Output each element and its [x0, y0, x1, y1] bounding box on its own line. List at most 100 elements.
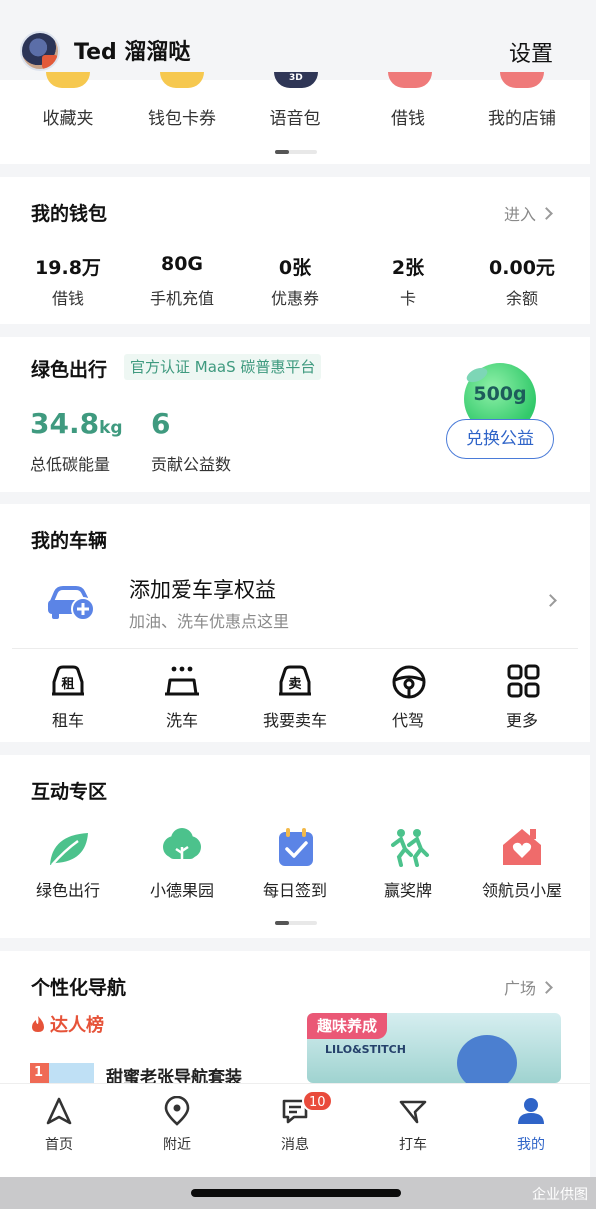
maas-badge: 官方认证 MaaS 碳普惠平台 [124, 354, 322, 380]
activity-daily-checkin[interactable]: 每日签到 [240, 877, 350, 901]
house-heart-icon[interactable] [500, 825, 544, 865]
tool-more[interactable]: 更多 [467, 707, 577, 731]
tool-designated-driver[interactable]: 代驾 [353, 707, 463, 731]
personal-nav-title: 个性化导航 [31, 977, 127, 999]
wallet-card-value[interactable]: 2张 [353, 253, 463, 280]
grid-more-icon[interactable] [503, 664, 543, 700]
tool-car-wash[interactable]: 洗车 [127, 707, 237, 731]
tab-messages[interactable]: 10 消息 [236, 1084, 354, 1178]
tab-taxi[interactable]: 打车 [354, 1084, 472, 1178]
borrow-icon [388, 72, 432, 88]
message-count-badge: 10 [302, 1090, 333, 1112]
add-car-subtitle: 加油、洗车优惠点这里 [129, 612, 290, 631]
promo-tag: 趣味养成 [307, 1013, 388, 1039]
wallet-loan-value[interactable]: 19.8万 [13, 253, 123, 280]
car-wash-icon[interactable] [162, 664, 202, 700]
interaction-zone-card: 互动专区 绿色出行 小德果园 每日签到 赢奖牌 领航员小屋 [0, 755, 590, 938]
stitch-character-image [457, 1035, 517, 1083]
wallet-topup-label: 手机充值 [149, 289, 214, 308]
wallet-card-label: 卡 [399, 289, 416, 308]
quick-menu: 3D 收藏夹 钱包卡券 语音包 借钱 我的店铺 [0, 72, 590, 164]
bottom-tab-bar: 首页 附近 10 消息 打车 我的 [0, 1083, 590, 1177]
wallet-title: 我的钱包 [31, 203, 108, 225]
tree-icon[interactable] [160, 827, 204, 867]
ranking-label: 达人榜 [50, 1015, 104, 1036]
user-profile-icon [518, 1098, 544, 1124]
tab-nearby-label: 附近 [163, 1137, 191, 1153]
green-travel-title: 绿色出行 [31, 359, 108, 381]
wallet-balance-label: 余额 [505, 289, 538, 308]
activity-green-travel[interactable]: 绿色出行 [13, 877, 123, 901]
charity-count-label: 贡献公益数 [151, 455, 232, 474]
quick-menu-voice-pack[interactable]: 语音包 [240, 104, 350, 129]
username[interactable]: Ted 溜溜哒 [74, 34, 190, 66]
carbon-unit: kg [99, 418, 123, 438]
tab-taxi-label: 打车 [399, 1137, 427, 1153]
voice-pack-icon: 3D [274, 72, 318, 88]
rank-item-thumbnail[interactable]: 1 [30, 1063, 94, 1083]
quick-menu-favorites[interactable]: 收藏夹 [13, 104, 123, 129]
sell-car-glyph: 卖 [288, 676, 301, 692]
vehicle-title: 我的车辆 [31, 530, 108, 552]
my-shop-icon [500, 72, 544, 88]
wallet-coupon-value[interactable]: 0张 [240, 253, 350, 280]
carbon-energy-value[interactable]: 34.8kg [30, 407, 123, 440]
promo-banner[interactable]: 趣味养成 LILO&STITCH [307, 1013, 561, 1083]
divider [12, 648, 578, 649]
wallet-card: 我的钱包 进入 19.8万 80G 0张 2张 0.00元 借钱 手机充值 优惠… [0, 177, 590, 324]
quick-menu-borrow[interactable]: 借钱 [353, 104, 463, 129]
wallet-card-icon [160, 72, 204, 88]
tab-mine-label: 我的 [517, 1137, 545, 1153]
rent-car-glyph: 租 [61, 677, 74, 692]
leaf-icon[interactable] [46, 829, 90, 869]
tool-rent-car[interactable]: 租车 [13, 707, 123, 731]
green-travel-card: 绿色出行 官方认证 MaaS 碳普惠平台 34.8kg 6 总低碳能量 贡献公益… [0, 337, 590, 492]
add-car-title[interactable]: 添加爱车享权益 [129, 574, 276, 604]
chevron-right-icon[interactable] [544, 594, 557, 607]
rent-car-icon[interactable]: 租 [48, 664, 88, 700]
rank-item-title[interactable]: 甜蜜老张导航套装 [106, 1063, 242, 1083]
wallet-topup-value[interactable]: 80G [127, 253, 237, 275]
charity-count-value[interactable]: 6 [151, 407, 170, 440]
home-indicator[interactable] [191, 1189, 401, 1197]
activity-win-medal[interactable]: 赢奖牌 [353, 877, 463, 901]
favorites-icon [46, 72, 90, 88]
wallet-coupon-label: 优惠券 [270, 289, 319, 308]
wallet-enter-label: 进入 [504, 205, 537, 224]
ranking-header[interactable]: 达人榜 [30, 1011, 104, 1037]
add-car-icon[interactable] [46, 582, 96, 622]
carbon-energy-label: 总低碳能量 [30, 455, 111, 474]
chevron-right-icon [540, 207, 553, 220]
page-indicator [275, 921, 317, 925]
tab-home[interactable]: 首页 [0, 1084, 118, 1178]
wallet-enter-link[interactable]: 进入 [504, 201, 553, 225]
energy-bubble-label: 500g [473, 383, 527, 405]
settings-button[interactable]: 设置 [509, 36, 553, 68]
interaction-zone-title: 互动专区 [31, 781, 108, 803]
calendar-check-icon[interactable] [274, 827, 318, 867]
chevron-right-icon [540, 981, 553, 994]
activity-orchard[interactable]: 小德果园 [127, 877, 237, 901]
exchange-charity-button[interactable]: 兑换公益 [446, 419, 554, 459]
plaza-label: 广场 [504, 979, 537, 998]
tab-nearby[interactable]: 附近 [118, 1084, 236, 1178]
promo-logo: LILO&STITCH [325, 1043, 406, 1056]
steering-wheel-icon[interactable] [389, 664, 429, 700]
quick-menu-my-shop[interactable]: 我的店铺 [467, 104, 577, 129]
location-pin-icon [164, 1096, 190, 1126]
carbon-number: 34.8 [30, 407, 100, 440]
plaza-link[interactable]: 广场 [504, 975, 553, 999]
wallet-loan-label: 借钱 [51, 289, 84, 308]
wallet-balance-value[interactable]: 0.00元 [467, 253, 577, 280]
running-people-icon[interactable] [387, 827, 431, 867]
personal-nav-card: 个性化导航 广场 达人榜 1 甜蜜老张导航套装 趣味养成 LILO&STITCH [0, 951, 590, 1083]
tab-home-label: 首页 [45, 1137, 73, 1153]
flame-icon [32, 1016, 44, 1032]
tool-sell-car[interactable]: 我要卖车 [240, 707, 350, 731]
avatar[interactable] [20, 31, 60, 71]
tab-mine[interactable]: 我的 [472, 1084, 590, 1178]
activity-navigator-house[interactable]: 领航员小屋 [467, 877, 577, 901]
quick-menu-wallet-cards[interactable]: 钱包卡券 [127, 104, 237, 129]
tab-messages-label: 消息 [281, 1137, 309, 1153]
sell-car-icon[interactable]: 卖 [275, 664, 315, 700]
